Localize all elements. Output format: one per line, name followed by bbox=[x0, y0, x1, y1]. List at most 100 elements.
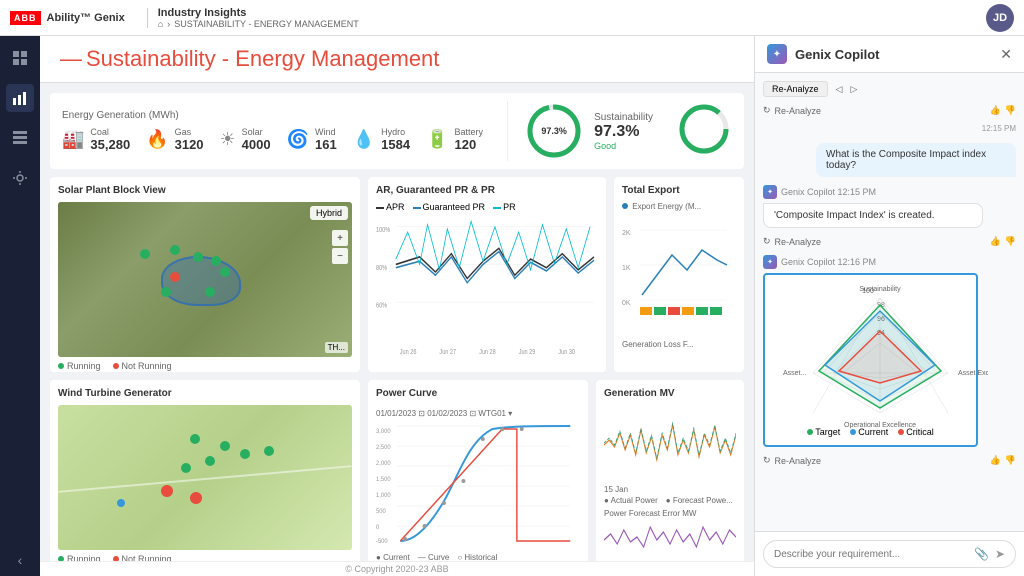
wind-dot-6 bbox=[264, 446, 274, 456]
bot-message-1: ✦ Genix Copilot 12:15 PM 'Composite Impa… bbox=[763, 185, 1016, 228]
energy-items: 🏭 Coal 35,280 🔥 Gas 3120 bbox=[62, 127, 483, 152]
refresh-icon: ↻ bbox=[763, 105, 771, 116]
sustainability-gauge: 97.3% Sustainability 97.3% Good bbox=[507, 101, 653, 161]
svg-text:Jun 29: Jun 29 bbox=[519, 348, 536, 356]
gauge-percent: 97.3% bbox=[541, 126, 567, 136]
wind-dot-1 bbox=[220, 441, 230, 451]
wind-dot-2 bbox=[240, 449, 250, 459]
svg-text:Operational Excellence: Operational Excellence bbox=[844, 422, 916, 429]
svg-text:Asset Excellence: Asset Excellence bbox=[958, 370, 988, 377]
export-dot bbox=[622, 203, 628, 209]
svg-text:1,000: 1,000 bbox=[376, 493, 391, 499]
sidebar-icon-chart[interactable] bbox=[6, 84, 34, 112]
page-title: —Sustainability - Energy Management bbox=[60, 46, 734, 72]
re-analyze-row-2: ↻ Re-Analyze 👍 👎 bbox=[763, 236, 1016, 247]
coal-value: 35,280 bbox=[90, 137, 130, 152]
svg-text:2,000: 2,000 bbox=[376, 461, 391, 467]
battery-icon: 🔋 bbox=[426, 129, 448, 150]
sustainability-label: Sustainability bbox=[594, 112, 653, 123]
sidebar-icon-table[interactable] bbox=[6, 124, 34, 152]
svg-text:60%: 60% bbox=[376, 302, 387, 310]
svg-text:0: 0 bbox=[376, 525, 380, 531]
re-analyze-row: ↻ Re-Analyze 👍 👎 bbox=[763, 105, 1016, 116]
wind-dot-7 bbox=[161, 485, 173, 497]
energy-title: Energy Generation (MWh) bbox=[62, 110, 483, 121]
gas-icon: 🔥 bbox=[146, 129, 168, 150]
wind-label: Wind bbox=[315, 127, 337, 137]
pr-line bbox=[493, 207, 501, 209]
gas-label: Gas bbox=[175, 127, 204, 137]
solar-dot-6 bbox=[170, 272, 180, 282]
bot-message-2: ✦ Genix Copilot 12:16 PM 100 98 96 94 bbox=[763, 255, 1016, 447]
svg-text:1,500: 1,500 bbox=[376, 477, 391, 483]
battery-label: Battery bbox=[454, 127, 483, 137]
svg-text:Jun 27: Jun 27 bbox=[439, 348, 456, 356]
home-icon: ⌂ bbox=[158, 19, 163, 29]
main-layout: ‹ —Sustainability - Energy Management En… bbox=[0, 36, 1024, 576]
sidebar-collapse[interactable]: ‹ bbox=[18, 552, 23, 568]
re-analyze-top-button[interactable]: Re-Analyze bbox=[763, 81, 828, 97]
second-gauge bbox=[669, 102, 732, 160]
copilot-body: Re-Analyze ◁ ▷ ↻ Re-Analyze 👍 👎 12:15 PM… bbox=[755, 73, 1024, 531]
solar-dot-2 bbox=[170, 245, 180, 255]
header: ABB Ability™ Genix Industry Insights ⌂ ›… bbox=[0, 0, 1024, 36]
running-dot bbox=[58, 363, 64, 369]
input-icons: 📎 ➤ bbox=[974, 547, 1005, 561]
gpr-line bbox=[413, 207, 421, 209]
title-dash: — bbox=[60, 46, 82, 71]
sidebar: ‹ bbox=[0, 36, 40, 576]
solar-value: 4000 bbox=[242, 137, 271, 152]
svg-text:Jun 30: Jun 30 bbox=[558, 348, 575, 356]
power-header: Power Curve bbox=[376, 388, 580, 405]
coal-label: Coal bbox=[90, 127, 130, 137]
solar-panel-title: Solar Plant Block View bbox=[58, 185, 352, 196]
chat-input[interactable] bbox=[774, 549, 974, 560]
close-copilot-button[interactable]: ✕ bbox=[1000, 46, 1012, 63]
svg-text:0K: 0K bbox=[622, 300, 631, 307]
energy-generation-row: Energy Generation (MWh) 🏭 Coal 35,280 🔥 bbox=[50, 93, 744, 169]
export-title: Total Export bbox=[622, 185, 736, 196]
hydro-value: 1584 bbox=[381, 137, 410, 152]
copilot-icon: ✦ bbox=[767, 44, 787, 64]
gen-date: 15 Jan bbox=[604, 485, 736, 494]
breadcrumb-sub: ⌂ › SUSTAINABILITY - ENERGY MANAGEMENT bbox=[158, 19, 359, 29]
radar-container: 100 98 96 94 bbox=[773, 283, 968, 423]
map-type: Hybrid bbox=[316, 208, 342, 218]
header-divider bbox=[147, 8, 148, 28]
top-controls: Re-Analyze ◁ ▷ bbox=[763, 81, 1016, 97]
product-name: Ability™ Genix bbox=[47, 12, 125, 24]
refresh-icon-3: ↻ bbox=[763, 455, 771, 466]
attachment-icon[interactable]: 📎 bbox=[974, 547, 989, 561]
energy-solar: ☀ Solar 4000 bbox=[220, 127, 271, 152]
power-chart: 3,000 2,500 2,000 1,500 1,000 500 0 -500 bbox=[376, 421, 580, 551]
zoom-in-button[interactable]: + bbox=[332, 230, 348, 246]
ar-panel: AR, Guaranteed PR & PR APR Guaranteed PR… bbox=[368, 177, 606, 372]
wind-map bbox=[58, 405, 352, 550]
export-panel: Total Export Export Energy (M... 2K 1K 0… bbox=[614, 177, 744, 372]
wind-dot-4 bbox=[190, 434, 200, 444]
send-icon[interactable]: ➤ bbox=[995, 547, 1005, 561]
copilot-footer: 📎 ➤ bbox=[755, 531, 1024, 576]
gen-panel: Generation MV 15 Jan ● Actual Power bbox=[596, 380, 744, 561]
energy-wind: 🌀 Wind 161 bbox=[287, 127, 337, 152]
bot-icon-1: ✦ bbox=[763, 185, 777, 199]
zoom-out-button[interactable]: − bbox=[332, 248, 348, 264]
solar-dot-1 bbox=[140, 249, 150, 259]
wind-map-bg bbox=[58, 405, 352, 550]
abb-logo-box: ABB bbox=[10, 11, 41, 25]
sustainability-value: 97.3% bbox=[594, 123, 653, 141]
svg-text:3,000: 3,000 bbox=[376, 429, 391, 435]
export-chart: 2K 1K 0K bbox=[622, 215, 732, 335]
sidebar-icon-settings[interactable] bbox=[6, 164, 34, 192]
page-header: —Sustainability - Energy Management bbox=[40, 36, 754, 83]
energy-battery: 🔋 Battery 120 bbox=[426, 127, 483, 152]
forecast-title: Power Forecast Error MW bbox=[604, 509, 736, 518]
solar-map: Hybrid + − TH... bbox=[58, 202, 352, 357]
wind-panel: Wind Turbine Generator bbox=[50, 380, 360, 561]
sidebar-icon-grid[interactable] bbox=[6, 44, 34, 72]
svg-text:2,500: 2,500 bbox=[376, 445, 391, 451]
copilot-title: Genix Copilot bbox=[795, 47, 992, 62]
solar-dot-8 bbox=[190, 280, 200, 290]
breadcrumb-page: SUSTAINABILITY - ENERGY MANAGEMENT bbox=[174, 19, 359, 29]
solar-dot-4 bbox=[146, 261, 156, 271]
